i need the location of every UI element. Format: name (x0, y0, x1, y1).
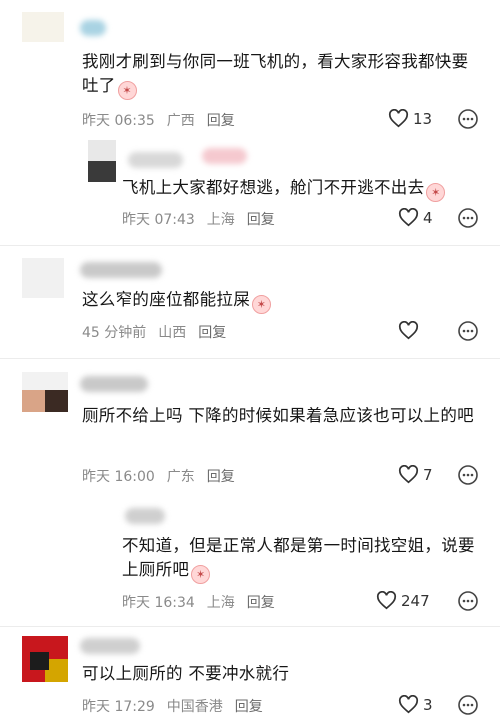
comment-text: 厕所不给上吗 下降的时候如果着急应该也可以上的吧 (82, 406, 474, 425)
more-options-icon[interactable] (458, 591, 478, 611)
like-button[interactable]: 13 (388, 109, 432, 128)
crying-face-icon: ✶ (252, 295, 271, 314)
heart-icon (376, 591, 397, 610)
crying-face-icon: ✶ (426, 183, 446, 202)
comment-meta: 昨天 07:43 上海 回复 (122, 209, 287, 229)
like-count: 4 (423, 208, 433, 227)
username-blurred[interactable] (125, 508, 165, 524)
divider (0, 358, 500, 359)
like-button[interactable]: 7 (398, 465, 433, 484)
reply-button[interactable]: 回复 (247, 595, 275, 611)
avatar[interactable] (22, 372, 68, 412)
comment-text: 我刚才刷到与你同一班飞机的，看大家形容我都快要吐了 ✶ (82, 50, 477, 100)
comment-meta: 45 分钟前 山西 回复 (82, 322, 238, 342)
location: 上海 (206, 212, 235, 228)
location: 广西 (166, 113, 195, 129)
heart-icon (388, 109, 409, 128)
timestamp: 昨天 16:00 (82, 469, 155, 485)
heart-icon (398, 208, 419, 227)
more-options-icon[interactable] (458, 465, 478, 485)
crying-face-icon: ✶ (191, 565, 211, 584)
crying-face-icon: ✶ (117, 81, 137, 100)
comment-meta: 昨天 17:29 中国香港 回复 (82, 696, 275, 716)
divider (0, 245, 500, 246)
timestamp: 昨天 06:35 (82, 113, 155, 129)
username-blurred[interactable] (128, 152, 183, 168)
like-button[interactable] (398, 321, 423, 340)
heart-icon (398, 695, 419, 714)
like-button[interactable]: 247 (376, 591, 430, 610)
timestamp: 昨天 16:34 (122, 595, 195, 611)
divider (0, 626, 500, 627)
username-blurred[interactable] (80, 638, 140, 654)
timestamp: 昨天 07:43 (122, 212, 195, 228)
like-count: 7 (423, 465, 433, 484)
reply-button[interactable]: 回复 (247, 212, 275, 228)
reply-button[interactable]: 回复 (207, 469, 235, 485)
like-button[interactable]: 3 (398, 695, 433, 714)
location: 广东 (166, 469, 195, 485)
location: 中国香港 (166, 699, 223, 715)
avatar[interactable] (22, 12, 64, 42)
like-count: 13 (413, 109, 433, 128)
timestamp: 45 分钟前 (82, 325, 147, 341)
avatar[interactable] (88, 140, 116, 182)
heart-icon (398, 465, 419, 484)
username-blurred[interactable] (202, 148, 247, 164)
location: 山西 (158, 325, 187, 341)
like-button[interactable]: 4 (398, 208, 433, 227)
avatar[interactable] (22, 258, 64, 298)
like-count: 247 (401, 591, 430, 610)
more-options-icon[interactable] (458, 321, 478, 341)
heart-icon (398, 321, 419, 340)
more-options-icon[interactable] (458, 208, 478, 228)
more-options-icon[interactable] (458, 109, 478, 129)
comment-text: 飞机上大家都好想逃，舱门不开逃不出去 ✶ (122, 176, 482, 202)
username-blurred[interactable] (80, 376, 148, 392)
comment-meta: 昨天 06:35 广西 回复 (82, 110, 247, 130)
reply-button[interactable]: 回复 (198, 325, 226, 341)
comment-text: 不知道，但是正常人都是第一时间找空姐，说要上厕所吧 ✶ (122, 534, 482, 584)
comment-meta: 昨天 16:34 上海 回复 (122, 592, 287, 612)
location: 上海 (206, 595, 235, 611)
reply-button[interactable]: 回复 (207, 113, 235, 129)
username-blurred[interactable] (80, 262, 162, 278)
reply-button[interactable]: 回复 (235, 699, 263, 715)
timestamp: 昨天 17:29 (82, 699, 155, 715)
comment-text: 可以上厕所的 不要冲水就行 (82, 664, 290, 683)
like-count: 3 (423, 695, 433, 714)
username-blurred[interactable] (80, 20, 106, 36)
more-options-icon[interactable] (458, 695, 478, 715)
comment-text: 这么窄的座位都能拉屎 ✶ (82, 288, 477, 314)
comment-meta: 昨天 16:00 广东 回复 (82, 466, 247, 486)
avatar[interactable] (22, 636, 68, 682)
